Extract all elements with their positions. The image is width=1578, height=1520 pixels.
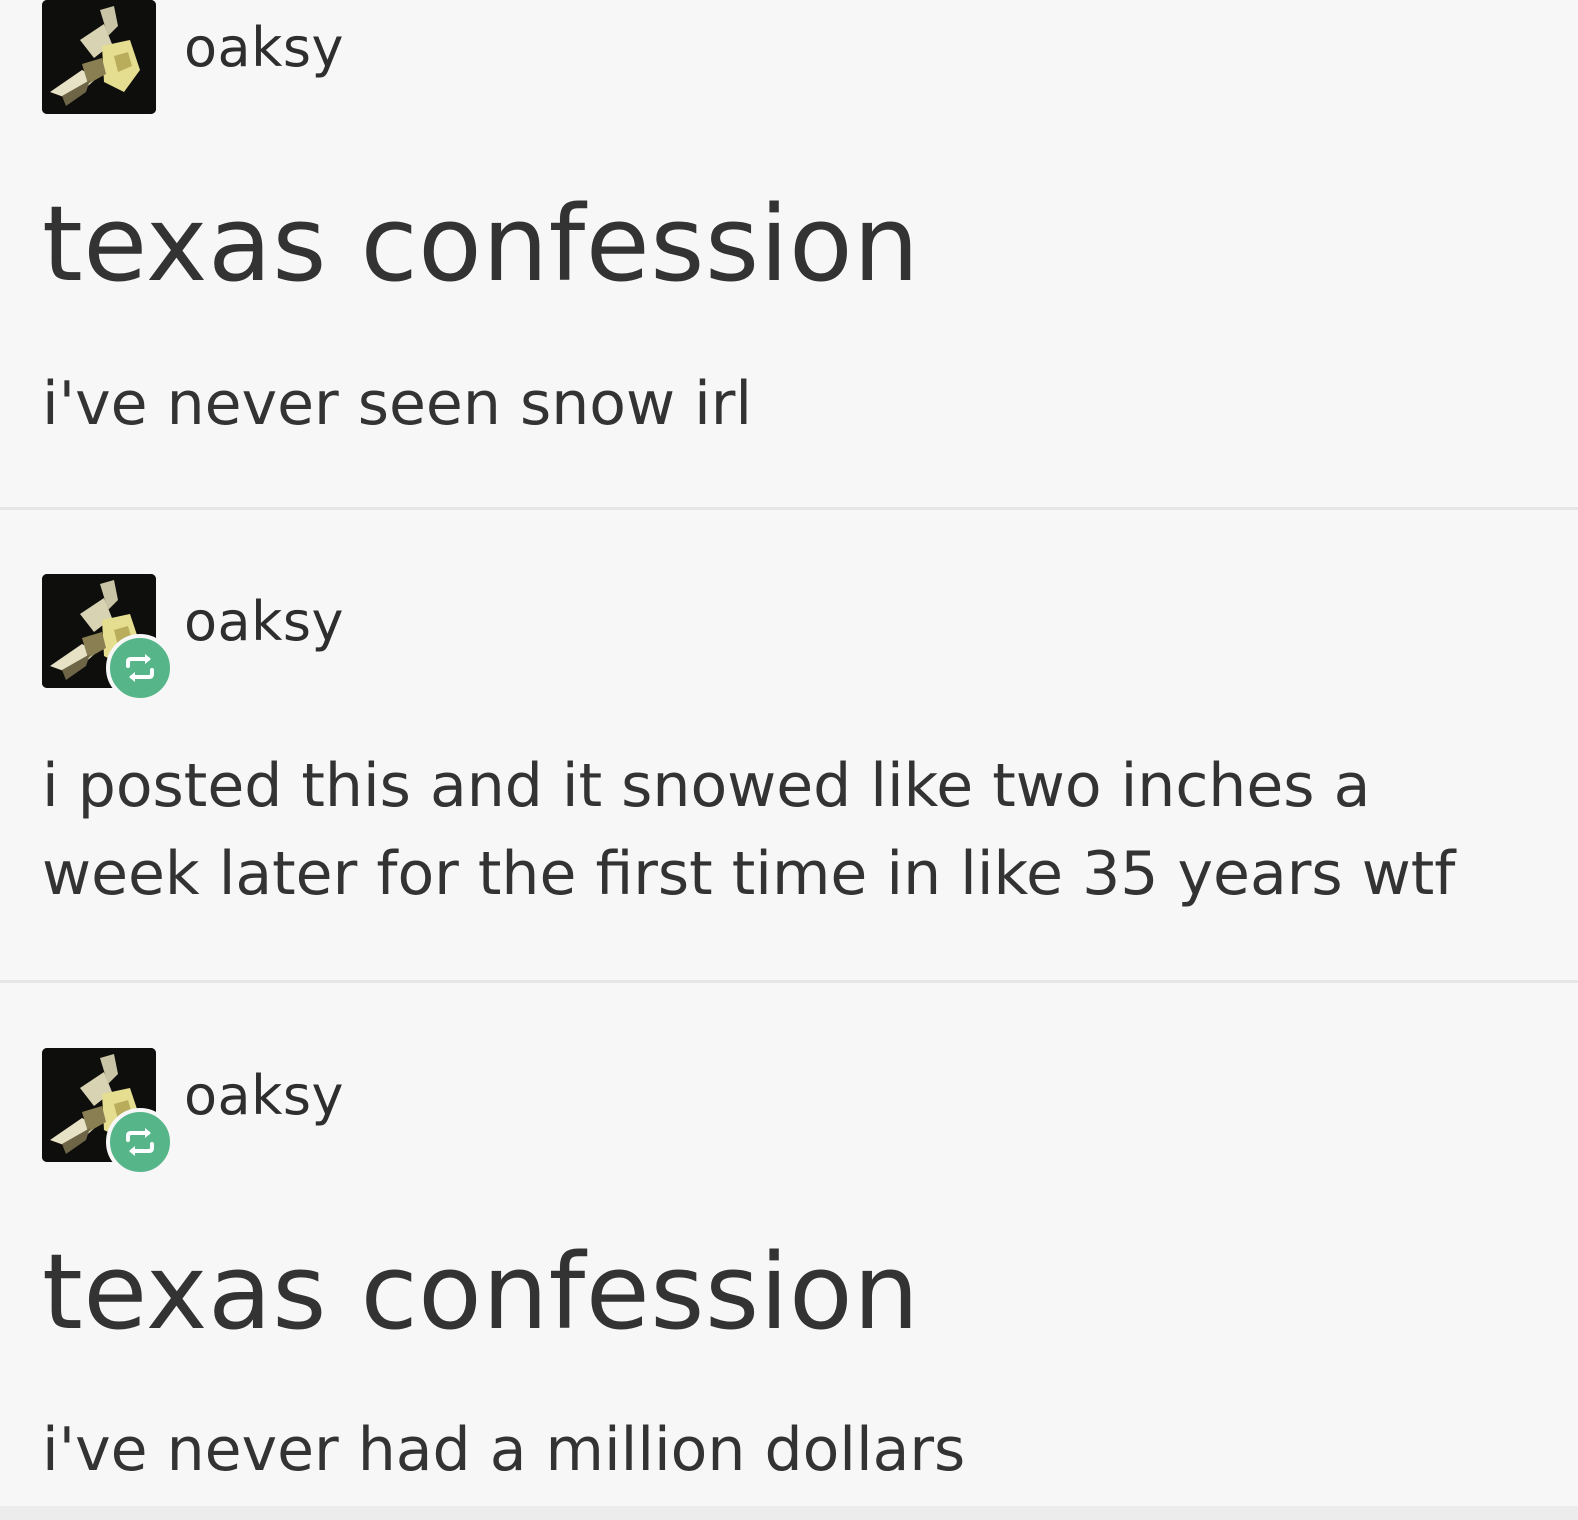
reblog-post: oaksy texas confession i've never had a … (0, 0, 1578, 1520)
bottom-edge (0, 1506, 1578, 1520)
post-thread: oaksy texas confession i've never seen s… (0, 0, 1578, 1520)
post-title: texas confession (42, 1231, 920, 1353)
post-body-line: i've never had a million dollars (42, 1415, 966, 1485)
post-body: i've never had a million dollars (42, 1406, 965, 1494)
username[interactable]: oaksy (184, 1069, 344, 1123)
post-header: oaksy (42, 1048, 344, 1176)
reblog-badge (106, 1108, 174, 1176)
reblog-icon (126, 1128, 154, 1156)
avatar-wrap[interactable] (42, 1048, 174, 1176)
